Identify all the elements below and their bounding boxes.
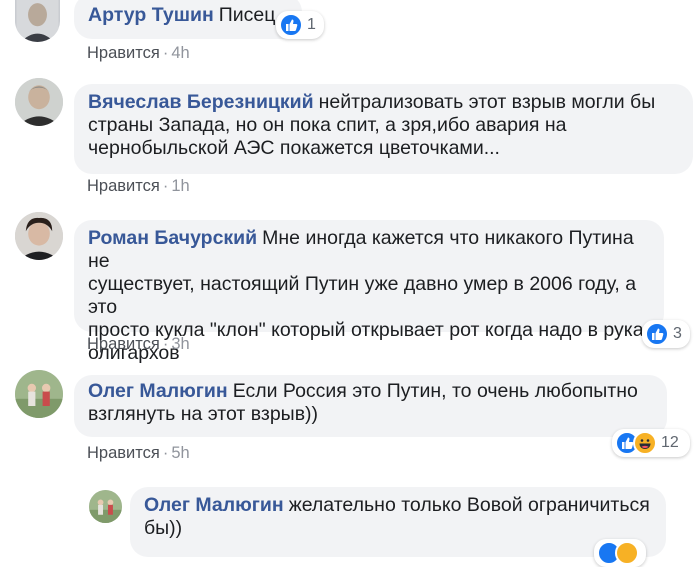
- avatar-vyacheslav-image: [15, 78, 63, 126]
- like-link[interactable]: Нравится: [87, 44, 160, 62]
- avatar-oleg-reply-image: [89, 490, 122, 523]
- comment-time[interactable]: 5h: [171, 444, 189, 462]
- avatar-oleg-image: [15, 370, 63, 418]
- comment-author[interactable]: Олег Малюгин: [88, 380, 228, 402]
- comment-text: бы)): [144, 517, 183, 539]
- separator-dot: ·: [162, 335, 169, 353]
- avatar-vyacheslav[interactable]: [15, 78, 63, 126]
- like-link[interactable]: Нравится: [87, 177, 160, 195]
- comment-author[interactable]: Артур Тушин: [88, 4, 214, 26]
- comment-text: чернобыльской АЭС покажется цветочками..…: [88, 137, 500, 159]
- separator-dot: ·: [162, 444, 169, 462]
- comment-bubble: Артур Тушин Писец: [74, 0, 302, 39]
- comment-text: Писец: [218, 4, 276, 26]
- comment-time[interactable]: 4h: [171, 44, 189, 62]
- comment-text: существует, настоящий Путин уже давно ум…: [88, 273, 637, 318]
- comment-text: нейтрализовать этот взрыв могли бы: [318, 91, 656, 113]
- comment-meta: Нравится · 3h: [87, 334, 190, 354]
- haha-icon: [615, 541, 639, 565]
- reaction-summary[interactable]: 1: [276, 11, 324, 39]
- separator-dot: ·: [162, 44, 169, 62]
- reaction-summary-partial[interactable]: [594, 539, 646, 567]
- comment-meta: Нравится · 1h: [87, 176, 190, 196]
- avatar-artur[interactable]: [15, 0, 60, 42]
- separator-dot: ·: [162, 177, 169, 195]
- comment-meta: Нравится · 5h: [87, 443, 190, 463]
- haha-icon: [633, 431, 657, 455]
- comment-author[interactable]: Олег Малюгин: [144, 494, 284, 516]
- reaction-count: 1: [307, 16, 316, 33]
- comment-text: страны Запада, но он пока спит, а зря,иб…: [88, 114, 567, 136]
- avatar-artur-image: [16, 0, 59, 42]
- comment-time[interactable]: 3h: [171, 335, 189, 353]
- comment-bubble: Вячеслав Березницкий нейтрализовать этот …: [74, 84, 693, 174]
- comment-author[interactable]: Роман Бачурский: [88, 227, 257, 249]
- like-icon: [279, 13, 303, 37]
- reaction-count: 12: [661, 434, 679, 451]
- comment-text: взглянуть на этот взрыв)): [88, 403, 319, 425]
- comment-time[interactable]: 1h: [171, 177, 189, 195]
- reaction-summary[interactable]: 12: [612, 429, 690, 457]
- comment-bubble: Олег Малюгин Если Россия это Путин, то оч…: [74, 375, 667, 437]
- like-link[interactable]: Нравится: [87, 444, 160, 462]
- reaction-summary[interactable]: 3: [642, 320, 690, 348]
- comment-text: желательно только Вовой ограничиться: [288, 494, 650, 516]
- avatar-roman[interactable]: [15, 212, 63, 260]
- comment-text: Если Россия это Путин, то очень любопытн…: [232, 380, 638, 402]
- avatar-oleg-reply[interactable]: [89, 490, 122, 523]
- comment-meta: Нравится · 4h: [87, 43, 190, 63]
- like-icon: [645, 322, 669, 346]
- reaction-count: 3: [673, 325, 682, 342]
- like-link[interactable]: Нравится: [87, 335, 160, 353]
- comment-author[interactable]: Вячеслав Березницкий: [88, 91, 314, 113]
- avatar-roman-image: [15, 212, 63, 260]
- comment-bubble: Роман Бачурский Мне иногда кажется что ни…: [74, 220, 664, 364]
- avatar-oleg[interactable]: [15, 370, 63, 418]
